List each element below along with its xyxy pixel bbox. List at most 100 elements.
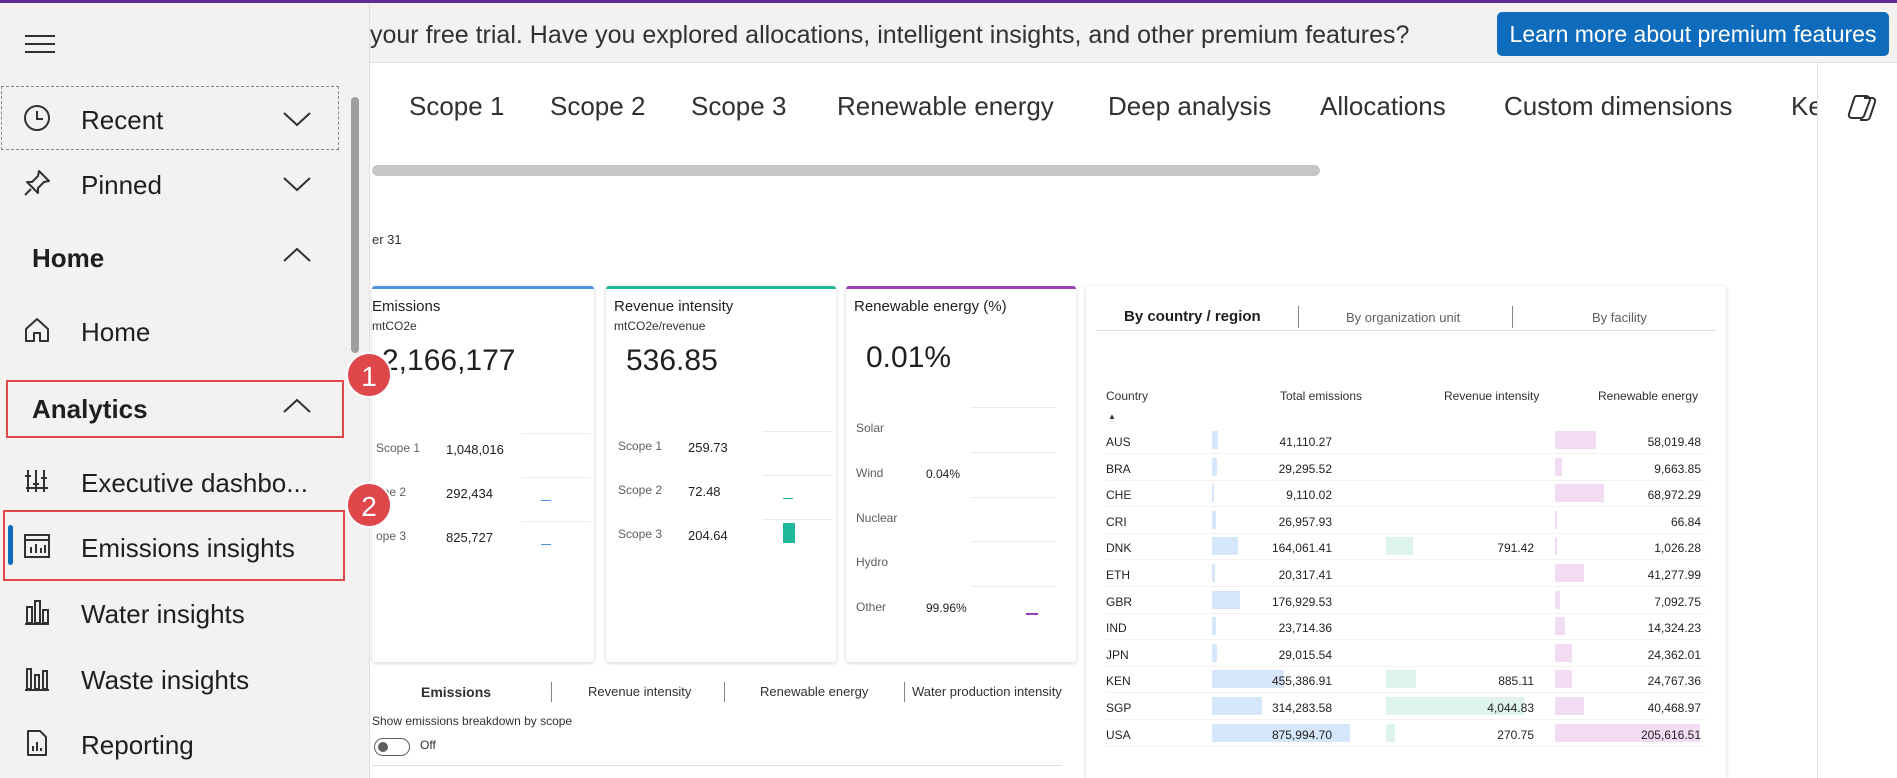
sidebar-item-reporting[interactable]: Reporting xyxy=(0,712,345,774)
card-accent xyxy=(606,286,836,289)
card-title: Emissions xyxy=(372,298,441,315)
table-row[interactable]: DNK 164,061.41 791.42 1,026.28 xyxy=(1106,534,1706,561)
col-header-country[interactable]: Country xyxy=(1106,389,1148,403)
sidebar-item-waste-insights[interactable]: Waste insights xyxy=(0,647,345,709)
total-emissions-cell: 23,714.36 xyxy=(1278,621,1332,636)
sidebar-item-home[interactable]: Home xyxy=(0,299,345,361)
tab-by-organization-unit[interactable]: By organization unit xyxy=(1346,310,1460,325)
renewable-energy-card[interactable]: Renewable energy (%) 0.01% Solar Wind 0.… xyxy=(846,286,1076,662)
divider xyxy=(372,765,1062,766)
sidebar-item-emissions-insights[interactable]: Emissions insights xyxy=(0,515,345,577)
bottom-tab-renewable-energy[interactable]: Renewable energy xyxy=(760,684,868,699)
total-emissions-bar xyxy=(1212,643,1217,662)
total-emissions-cell: 41,110.27 xyxy=(1279,435,1333,449)
energy-label: Hydro xyxy=(856,555,889,569)
tab-renewable-energy[interactable]: Renewable energy xyxy=(837,91,1054,122)
table-row[interactable]: KEN 455,386.91 885.11 24,767.36 xyxy=(1106,667,1706,694)
sidebar-item-label: Emissions insights xyxy=(81,533,295,563)
clock-icon xyxy=(24,105,50,131)
scope-value: 825,727 xyxy=(446,530,493,545)
scope-row: Scope 3 204.64 xyxy=(618,519,833,549)
revenue-intensity-cell: 4,044.83 xyxy=(1487,701,1534,715)
report-tabs: Scope 1 Scope 2 Scope 3 Renewable energy… xyxy=(372,63,1817,203)
scope-sparkline xyxy=(763,475,833,505)
total-emissions-bar xyxy=(1212,590,1240,609)
bottom-tab-water-production-intensity[interactable]: Water production intensity xyxy=(912,684,1062,699)
renewable-energy-bar xyxy=(1555,431,1596,449)
sidebar-group-home[interactable]: Home xyxy=(0,225,345,287)
total-emissions-bar xyxy=(1212,537,1238,556)
toggle-state: Off xyxy=(420,738,436,752)
sidebar-item-recent[interactable]: Recent xyxy=(0,87,345,149)
revenue-intensity-card[interactable]: Revenue intensity mtCO2e/revenue 536.85 … xyxy=(606,286,836,662)
tab-allocations[interactable]: Allocations xyxy=(1320,91,1446,122)
tab-scope-1[interactable]: Scope 1 xyxy=(409,91,504,122)
col-header-total-emissions[interactable]: Total emissions xyxy=(1280,389,1362,403)
table-row[interactable]: CRI 26,957.93 66.84 xyxy=(1106,508,1706,534)
breakdown-toggle[interactable] xyxy=(374,738,410,756)
scope-label: Scope 2 xyxy=(618,483,663,497)
sidebar-item-water-insights[interactable]: Water insights xyxy=(0,581,345,643)
home-icon xyxy=(25,318,49,342)
sidebar-item-label: Recent xyxy=(81,105,164,135)
sidebar-group-analytics[interactable]: Analytics xyxy=(0,376,345,438)
country-cell: BRA xyxy=(1106,461,1131,476)
tab-overflow[interactable]: Ke xyxy=(1791,91,1817,122)
sidebar-item-label: Executive dashbo... xyxy=(81,468,308,498)
energy-row: Nuclear xyxy=(856,497,1056,542)
scope-label: Scope 1 xyxy=(376,441,421,455)
energy-row: Wind 0.04% xyxy=(856,452,1056,497)
tab-separator xyxy=(904,682,905,702)
copilot-icon[interactable] xyxy=(1846,90,1880,124)
energy-line xyxy=(971,452,1056,453)
revenue-intensity-cell: 791.42 xyxy=(1497,541,1534,556)
scope-value: 259.73 xyxy=(688,440,728,455)
total-emissions-bar xyxy=(1212,510,1217,529)
renewable-energy-bar xyxy=(1555,537,1557,556)
total-emissions-cell: 314,283.58 xyxy=(1271,701,1332,715)
sidebar-item-pinned[interactable]: Pinned xyxy=(0,152,345,214)
bottom-tab-emissions[interactable]: Emissions xyxy=(421,684,491,700)
bottom-tab-revenue-intensity[interactable]: Revenue intensity xyxy=(588,684,691,699)
col-header-renewable-energy[interactable]: Renewable energy xyxy=(1598,389,1698,403)
renewable-energy-cell: 14,324.23 xyxy=(1647,621,1701,636)
scope-row: Scope 2 72.48 xyxy=(618,475,833,505)
energy-label: Wind xyxy=(856,466,884,480)
menu-icon[interactable] xyxy=(25,35,57,57)
renewable-energy-bar xyxy=(1555,697,1584,715)
table-row[interactable]: JPN 29,015.54 24,362.01 xyxy=(1106,641,1706,667)
sidebar-scrollbar[interactable] xyxy=(351,97,359,353)
energy-line xyxy=(971,586,1056,587)
tab-separator xyxy=(1512,306,1513,328)
total-emissions-cell: 176,929.53 xyxy=(1271,594,1332,609)
sort-arrow-icon[interactable]: ▲ xyxy=(1108,412,1116,421)
emissions-card[interactable]: Emissions mtCO2e 2,166,177 Scope 1 1,048… xyxy=(372,286,594,662)
scope-sparkline xyxy=(763,431,833,461)
energy-line xyxy=(971,407,1056,408)
table-row[interactable]: CHE 9,110.02 68,972.29 xyxy=(1106,481,1706,508)
tab-deep-analysis[interactable]: Deep analysis xyxy=(1108,91,1271,122)
table-row[interactable]: GBR 176,929.53 7,092.75 xyxy=(1106,588,1706,614)
renewable-energy-cell: 1,026.28 xyxy=(1654,541,1701,556)
table-row[interactable]: SGP 314,283.58 4,044.83 40,468.97 xyxy=(1106,694,1706,720)
table-row[interactable]: AUS 41,110.27 58,019.48 xyxy=(1106,428,1706,454)
table-row[interactable]: BRA 29,295.52 9,663.85 xyxy=(1106,455,1706,481)
sidebar-item-executive-dashboard[interactable]: Executive dashbo... xyxy=(0,450,345,512)
scope-value: 72.48 xyxy=(688,484,721,499)
table-row[interactable]: IND 23,714.36 14,324.23 xyxy=(1106,614,1706,641)
tab-scope-2[interactable]: Scope 2 xyxy=(550,91,645,122)
tab-by-country[interactable]: By country / region xyxy=(1124,308,1261,325)
tab-custom-dimensions[interactable]: Custom dimensions xyxy=(1504,91,1732,122)
energy-row: Solar xyxy=(856,407,1056,452)
scope-row: ope 3 825,727 xyxy=(376,521,591,551)
learn-more-button[interactable]: Learn more about premium features xyxy=(1497,12,1889,56)
country-cell: AUS xyxy=(1106,435,1131,449)
callout-badge-1: 1 xyxy=(346,352,392,398)
col-header-revenue-intensity[interactable]: Revenue intensity xyxy=(1444,389,1539,403)
table-row[interactable]: USA 875,994.70 270.75 205,616.51 xyxy=(1106,721,1706,747)
tab-scope-3[interactable]: Scope 3 xyxy=(691,91,786,122)
tab-by-facility[interactable]: By facility xyxy=(1592,310,1647,325)
table-row[interactable]: ETH 20,317.41 41,277.99 xyxy=(1106,561,1706,587)
scope-row: Scope 1 259.73 xyxy=(618,431,833,461)
horizontal-scrollbar[interactable] xyxy=(372,165,1320,176)
